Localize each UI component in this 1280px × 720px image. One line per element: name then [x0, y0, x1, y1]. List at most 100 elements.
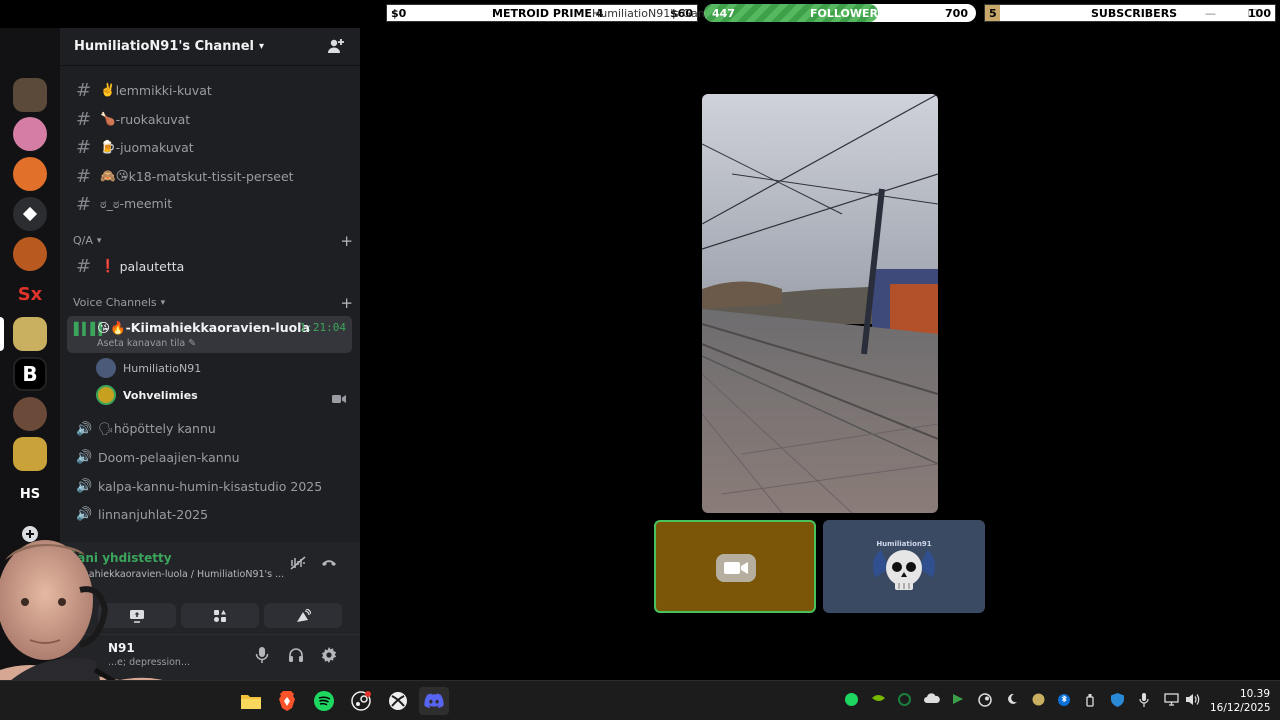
game-amount-left: $0: [391, 6, 407, 20]
voice-user-name: Vohvelimies: [123, 388, 198, 402]
subscribers-goal-overlay: 5 SUBSCRIBERS — ☐ 100: [984, 4, 1276, 22]
tray-microphone-icon[interactable]: [1139, 693, 1149, 710]
server-pink-eye[interactable]: [13, 117, 47, 151]
voice-channel-item[interactable]: 🔊 kalpa-kannu-humin-kisastudio 2025: [68, 473, 352, 499]
server-b[interactable]: B: [13, 357, 47, 391]
screen-share-video[interactable]: [702, 94, 938, 513]
channel-item[interactable]: # 🍗 -ruokakuvat: [68, 106, 352, 132]
add-channel-icon[interactable]: +: [340, 232, 353, 250]
voice-channel-name: linnanjuhlat-2025: [98, 506, 209, 522]
taskbar-discord[interactable]: [419, 687, 449, 715]
subscribers-goal: 100: [1248, 6, 1271, 20]
taskbar-brave[interactable]: [272, 687, 302, 715]
microphone-icon[interactable]: [255, 647, 269, 667]
voice-channel-name: kalpa-kannu-humin-kisastudio 2025: [98, 478, 323, 494]
channel-name: palautetta: [119, 258, 185, 274]
channel-name: ಠ_ಠ-meemit: [100, 196, 173, 211]
server-shield[interactable]: [13, 437, 47, 471]
chevron-down-icon: ▾: [96, 235, 102, 246]
voice-channel-item[interactable]: 🔊 Doom-pelaajien-kannu: [68, 444, 352, 470]
system-clock[interactable]: 10.39 16/12/2025: [1210, 687, 1271, 715]
settings-gear-icon[interactable]: [321, 647, 337, 667]
taskbar-spotify[interactable]: [309, 687, 339, 715]
channel-item[interactable]: # 🍺 -juomakuvat: [68, 134, 352, 160]
server-hs[interactable]: HS: [13, 477, 47, 511]
tray-bluetooth-icon[interactable]: [1058, 693, 1070, 710]
speaker-icon: 🔊: [76, 478, 93, 494]
channel-emoji: 🍺: [100, 139, 116, 154]
tray-spotify-icon[interactable]: [845, 693, 858, 709]
voice-user-name: HumiliatioN91: [123, 361, 202, 375]
hashtag-icon: #: [76, 136, 92, 158]
video-camera-icon: [332, 389, 346, 408]
server-bottle[interactable]: [13, 78, 47, 112]
voice-channel-name: 😘🔥-Kiimahiekkaoravien-luola: [97, 320, 310, 335]
category-qa[interactable]: Q/A ▾ +: [73, 232, 353, 250]
tray-avatar-icon[interactable]: [1032, 693, 1045, 709]
speaker-icon: 🔊: [76, 449, 93, 465]
channel-emoji: ❗: [100, 258, 116, 273]
server-pepe[interactable]: [13, 317, 47, 351]
hashtag-icon: #: [76, 193, 92, 215]
server-discovery[interactable]: [13, 197, 47, 231]
taskbar-xbox[interactable]: [383, 687, 413, 715]
tray-volume-icon[interactable]: [1185, 693, 1200, 709]
headphones-icon[interactable]: [288, 647, 304, 667]
hashtag-icon: #: [76, 108, 92, 130]
tray-steam-icon[interactable]: [978, 693, 992, 710]
chevron-down-icon: ▾: [259, 41, 265, 52]
camera-tile[interactable]: [654, 520, 816, 613]
channel-name: lemmikki-kuvat: [115, 82, 212, 98]
voice-channel-item[interactable]: 🔊 linnanjuhlat-2025: [68, 501, 352, 527]
guild-header[interactable]: HumiliatioN91's Channel ▾: [60, 28, 360, 66]
user-tile[interactable]: Humiliation91: [823, 520, 985, 613]
followers-goal-overlay: 447 FOLLOWERS 700: [704, 4, 976, 22]
clock-time: 10.39: [1239, 688, 1270, 700]
chevron-down-icon: ▾: [160, 297, 166, 308]
game-goal-overlay: $0 METROID PRIME 4 HumiliatioN91's Game …: [386, 4, 715, 22]
channel-item[interactable]: # ❗ palautetta: [68, 253, 352, 279]
voice-user[interactable]: Vohvelimies: [96, 384, 198, 406]
taskbar-file-explorer[interactable]: [236, 687, 266, 715]
tray-network-icon[interactable]: [1164, 693, 1179, 709]
voice-channel-item[interactable]: 🔊 🗣höpöttely kannu: [68, 416, 352, 442]
server-freddy[interactable]: [13, 397, 47, 431]
tray-defender-icon[interactable]: [1111, 693, 1124, 710]
channel-item[interactable]: # ಠ_ಠ-meemit: [68, 191, 352, 217]
tray-onedrive-icon[interactable]: [924, 693, 940, 707]
category-voice[interactable]: Voice Channels ▾ +: [73, 294, 353, 312]
call-stage: Humiliation91: [360, 28, 1280, 680]
folder-icon: [241, 695, 261, 709]
diamond-icon: [22, 206, 38, 222]
voice-channel-name: Doom-pelaajien-kannu: [98, 449, 240, 465]
active-server-indicator: [0, 317, 4, 351]
taskbar-steam[interactable]: [346, 687, 376, 715]
xbox-icon: [389, 692, 407, 710]
followers-goal: 700: [945, 6, 968, 20]
channel-status-label: Aseta kanavan tila: [97, 338, 186, 349]
tray-play-icon[interactable]: [952, 693, 964, 708]
game-subtitle: HumiliatioN91's Game: [592, 6, 716, 20]
channel-item[interactable]: # 🙈😘 k18-matskut-tissit-perseet: [68, 163, 352, 189]
soundboard-button[interactable]: [264, 603, 342, 628]
tray-usb-icon[interactable]: [1085, 693, 1095, 710]
server-fighter[interactable]: [13, 237, 47, 271]
channel-name: -juomakuvat: [115, 139, 194, 155]
channel-status-link[interactable]: Aseta kanavan tila ✎: [97, 338, 196, 349]
noise-suppression-icon[interactable]: [290, 556, 306, 574]
server-music[interactable]: [13, 157, 47, 191]
channel-item[interactable]: # ✌️ lemmikki-kuvat: [68, 77, 352, 103]
soundboard-icon: [297, 608, 311, 622]
video-camera-icon: [716, 554, 756, 582]
tray-moon-icon[interactable]: [1006, 693, 1018, 708]
category-label: Voice Channels: [73, 296, 157, 309]
speaker-icon: 🔊: [76, 506, 93, 522]
server-sx[interactable]: Sx: [13, 277, 47, 311]
tray-nvidia-icon[interactable]: [872, 693, 885, 707]
voice-user[interactable]: HumiliatioN91: [96, 357, 201, 379]
voice-channel-active[interactable]: ▌▍▌▍ 😘🔥-Kiimahiekkaoravien-luola 1:21:04…: [67, 316, 352, 353]
tray-xbox-icon[interactable]: [898, 693, 911, 709]
add-channel-icon[interactable]: +: [340, 294, 353, 312]
invite-icon[interactable]: [327, 38, 344, 59]
disconnect-icon[interactable]: [321, 556, 337, 572]
